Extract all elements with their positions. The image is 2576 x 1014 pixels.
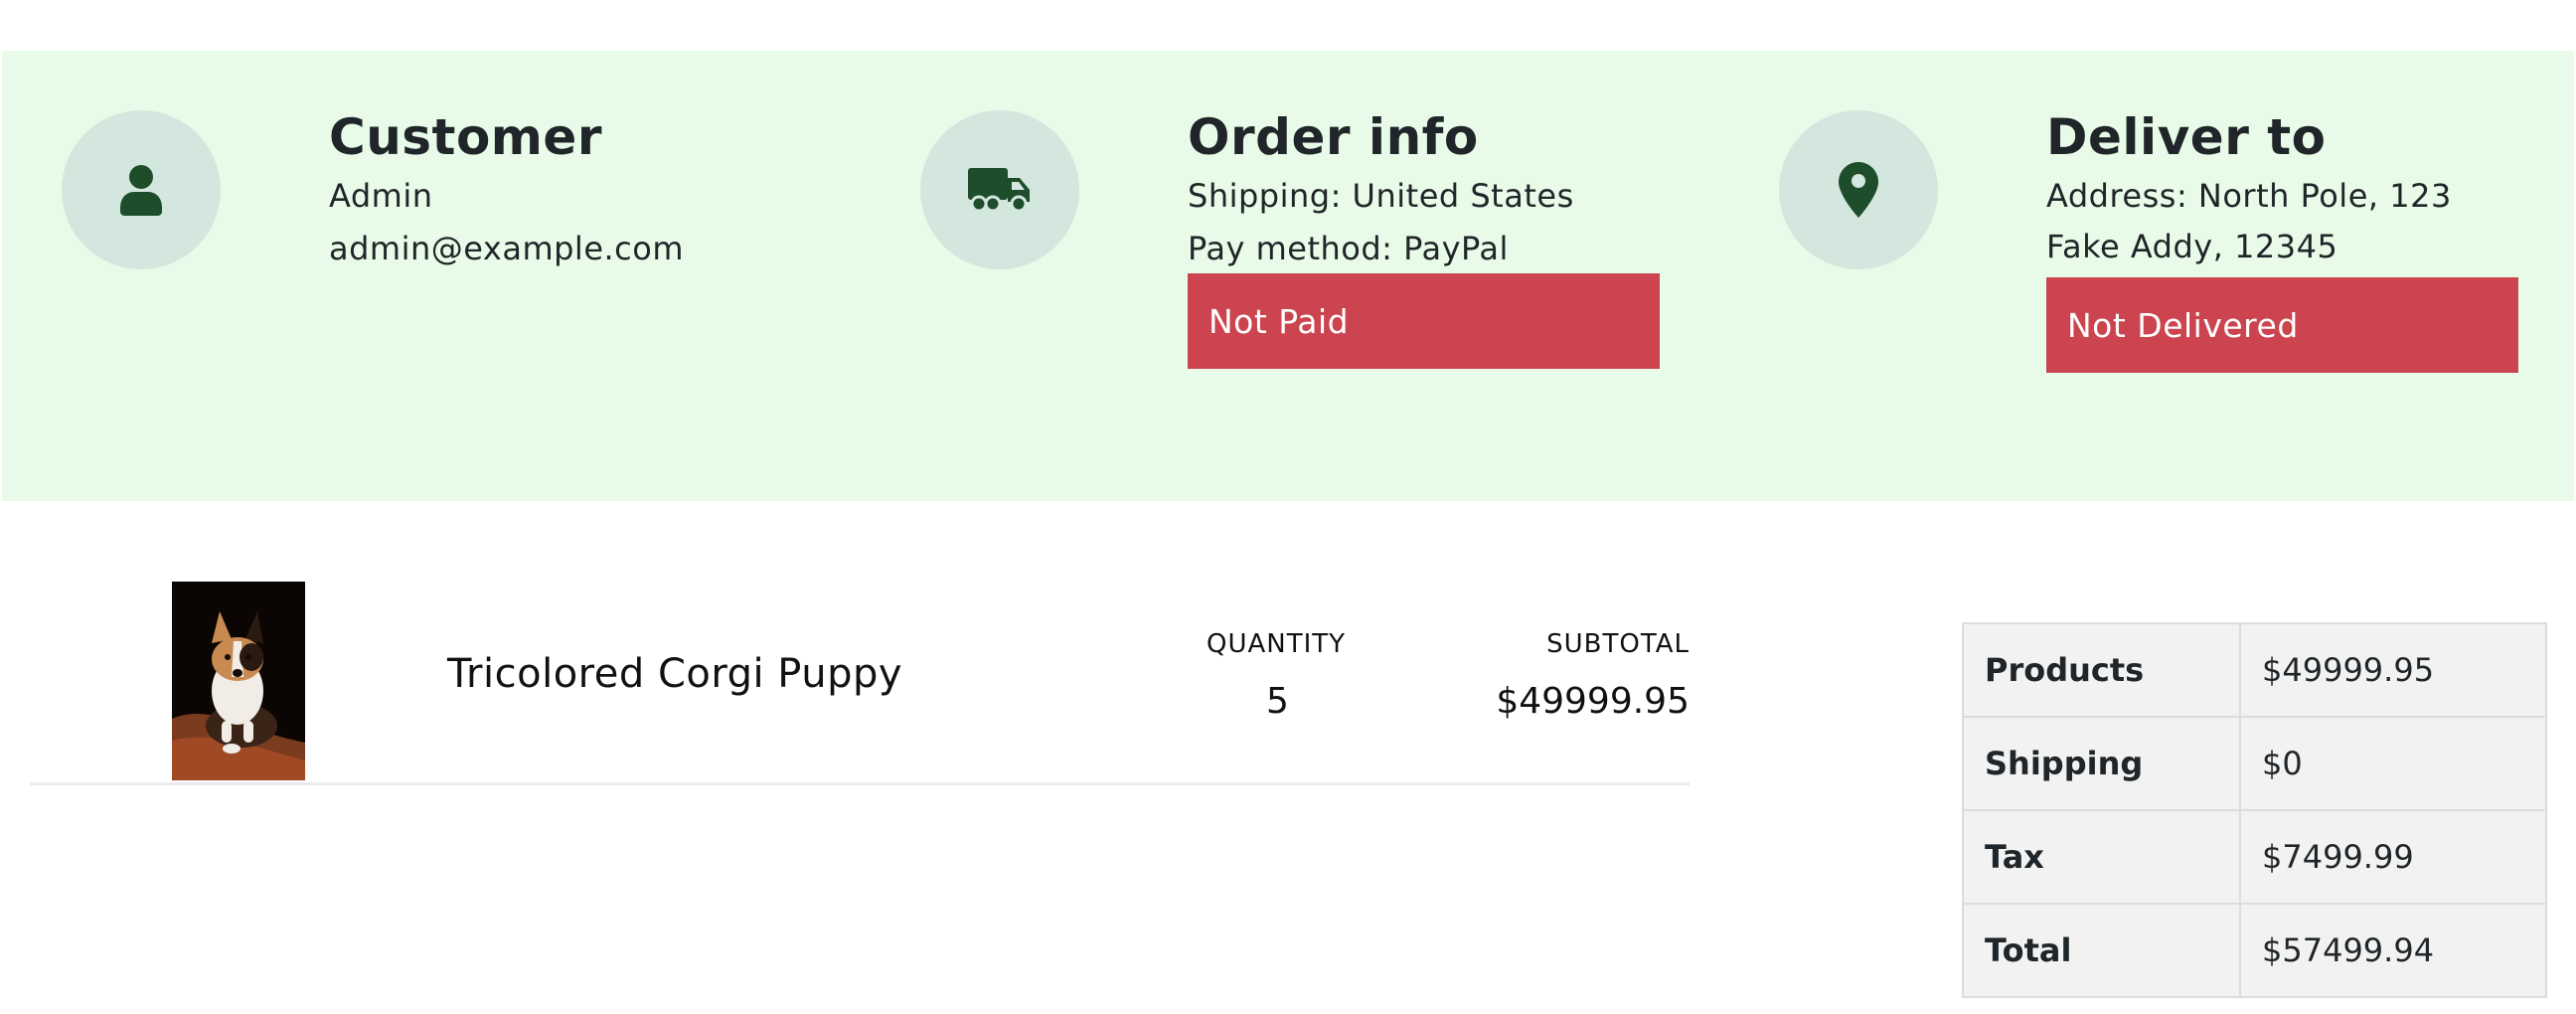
order-info-title: Order info (1188, 108, 1479, 166)
table-row: Tax $7499.99 (1962, 809, 2547, 905)
customer-icon-circle (62, 110, 221, 269)
payment-status-badge: Not Paid (1188, 273, 1660, 369)
subtotal-value: $49999.95 (1496, 681, 1690, 722)
quantity-label: QUANTITY (1207, 629, 1347, 659)
map-marker-icon (1839, 162, 1878, 218)
pay-method: Pay method: PayPal (1188, 230, 1509, 267)
order-info-details: Order info Shipping: United States Pay m… (1188, 105, 1660, 369)
summary-value: $7499.99 (2239, 809, 2547, 905)
deliver-to-section: Deliver to Address: North Pole, 123 Fake… (1717, 51, 2574, 501)
summary-value: $0 (2239, 716, 2547, 811)
deliver-to-details: Deliver to Address: North Pole, 123 Fake… (2046, 105, 2518, 373)
customer-name: Admin (329, 177, 433, 215)
table-row: Shipping $0 (1962, 716, 2547, 811)
user-icon (120, 165, 162, 216)
product-image[interactable] (172, 582, 305, 780)
deliver-to-title: Deliver to (2046, 108, 2327, 166)
truck-icon (968, 168, 1030, 213)
product-name-link[interactable]: Tricolored Corgi Puppy (447, 651, 902, 697)
subtotal-label: SUBTOTAL (1546, 629, 1690, 659)
summary-label: Total (1962, 903, 2241, 998)
customer-title: Customer (329, 108, 602, 166)
customer-details: Customer Admin admin@example.com (329, 105, 684, 273)
summary-value: $57499.94 (2239, 903, 2547, 998)
delivery-status-badge: Not Delivered (2046, 277, 2518, 373)
corgi-photo (172, 582, 305, 780)
summary-label: Products (1962, 622, 2241, 718)
order-info-band: Customer Admin admin@example.com Order i… (2, 51, 2574, 501)
customer-email: admin@example.com (329, 230, 685, 267)
summary-value: $49999.95 (2239, 622, 2547, 718)
customer-section: Customer Admin admin@example.com (2, 51, 857, 501)
deliver-icon-circle (1779, 110, 1938, 269)
order-info-section: Order info Shipping: United States Pay m… (859, 51, 1715, 501)
quantity-value: 5 (1266, 681, 1289, 722)
summary-label: Shipping (1962, 716, 2241, 811)
order-icon-circle (920, 110, 1079, 269)
order-summary-table: Products $49999.95 Shipping $0 Tax $7499… (1962, 622, 2547, 998)
order-item-row: Tricolored Corgi Puppy QUANTITY 5 SUBTOT… (30, 582, 1690, 785)
delivery-address: Address: North Pole, 123 Fake Addy, 1234… (2046, 177, 2452, 265)
table-row: Products $49999.95 (1962, 622, 2547, 718)
table-row: Total $57499.94 (1962, 903, 2547, 998)
summary-label: Tax (1962, 809, 2241, 905)
shipping-country: Shipping: United States (1188, 177, 1574, 215)
